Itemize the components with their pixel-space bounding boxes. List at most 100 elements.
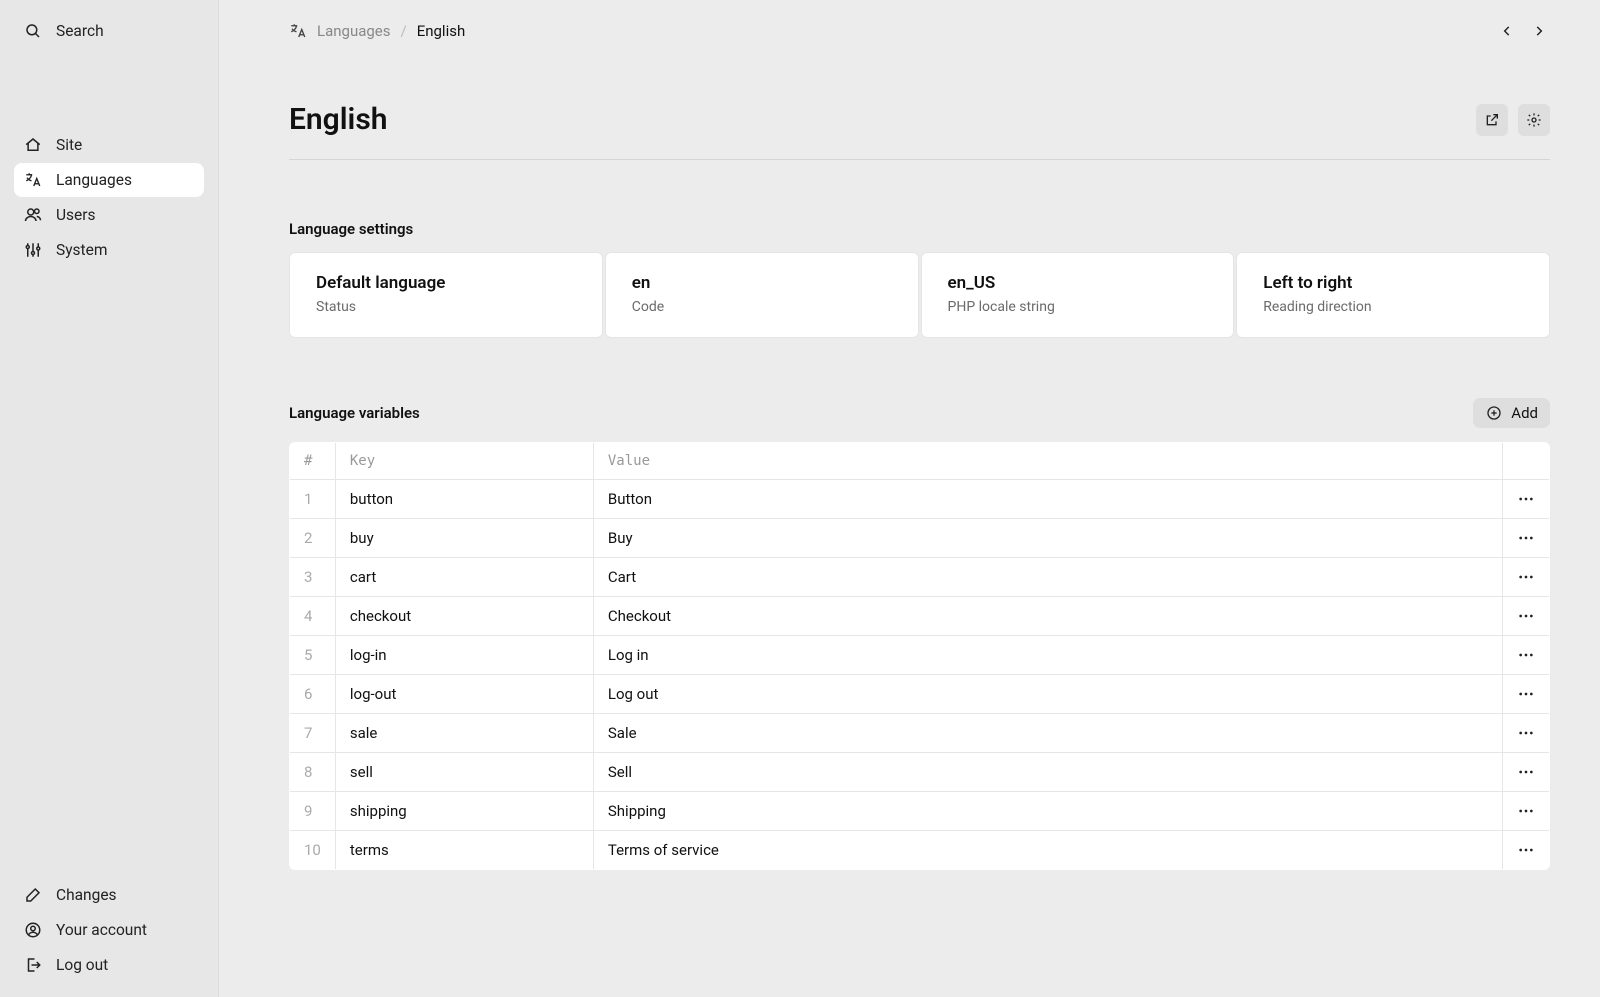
table-row[interactable]: 5log-inLog in xyxy=(290,636,1550,675)
row-actions-button[interactable] xyxy=(1517,763,1535,781)
row-actions-button[interactable] xyxy=(1517,724,1535,742)
prev-button[interactable] xyxy=(1496,20,1518,42)
row-actions-button[interactable] xyxy=(1517,646,1535,664)
sidebar: Search Site Languages Users xyxy=(0,0,219,997)
more-icon xyxy=(1517,724,1535,742)
open-button[interactable] xyxy=(1476,104,1508,136)
row-actions-button[interactable] xyxy=(1517,841,1535,859)
col-header-actions xyxy=(1503,443,1550,480)
row-value: Log in xyxy=(593,636,1502,675)
row-key: log-in xyxy=(335,636,593,675)
row-actions-cell xyxy=(1503,519,1550,558)
table-row[interactable]: 4checkoutCheckout xyxy=(290,597,1550,636)
gear-icon xyxy=(1525,111,1543,129)
breadcrumb-parent[interactable]: Languages xyxy=(317,22,391,40)
nav-item-label: Languages xyxy=(56,171,132,189)
row-actions-button[interactable] xyxy=(1517,607,1535,625)
row-actions-cell xyxy=(1503,597,1550,636)
row-key: cart xyxy=(335,558,593,597)
row-num: 8 xyxy=(290,753,336,792)
row-actions-cell xyxy=(1503,714,1550,753)
row-value: Log out xyxy=(593,675,1502,714)
account-icon xyxy=(24,921,42,939)
table-row[interactable]: 6log-outLog out xyxy=(290,675,1550,714)
row-num: 7 xyxy=(290,714,336,753)
sliders-icon xyxy=(24,241,42,259)
row-actions-button[interactable] xyxy=(1517,490,1535,508)
row-num: 4 xyxy=(290,597,336,636)
row-num: 3 xyxy=(290,558,336,597)
row-value: Shipping xyxy=(593,792,1502,831)
row-key: sale xyxy=(335,714,593,753)
settings-card-code[interactable]: en Code xyxy=(605,252,919,338)
table-row[interactable]: 9shippingShipping xyxy=(290,792,1550,831)
translate-icon xyxy=(289,22,307,40)
row-actions-cell xyxy=(1503,753,1550,792)
variables-heading: Language variables xyxy=(289,404,420,422)
nav-item-label: Log out xyxy=(56,956,108,974)
home-icon xyxy=(24,136,42,154)
settings-card-locale[interactable]: en_US PHP locale string xyxy=(921,252,1235,338)
edit-icon xyxy=(24,886,42,904)
more-icon xyxy=(1517,529,1535,547)
table-row[interactable]: 2buyBuy xyxy=(290,519,1550,558)
nav-item-system[interactable]: System xyxy=(14,233,204,267)
row-actions-cell xyxy=(1503,480,1550,519)
table-row[interactable]: 10termsTerms of service xyxy=(290,831,1550,870)
add-button[interactable]: Add xyxy=(1473,398,1550,428)
page-actions xyxy=(1476,104,1550,136)
row-value: Cart xyxy=(593,558,1502,597)
settings-card-label: Reading direction xyxy=(1263,299,1523,315)
settings-heading: Language settings xyxy=(289,220,1550,238)
nav-item-site[interactable]: Site xyxy=(14,128,204,162)
topbar-nav xyxy=(1496,20,1550,42)
breadcrumb-sep: / xyxy=(401,22,407,40)
row-value: Button xyxy=(593,480,1502,519)
nav-item-account[interactable]: Your account xyxy=(14,913,204,947)
table-row[interactable]: 8sellSell xyxy=(290,753,1550,792)
table-row[interactable]: 1buttonButton xyxy=(290,480,1550,519)
settings-card-value: Left to right xyxy=(1263,273,1523,293)
search-label: Search xyxy=(56,22,104,40)
row-actions-button[interactable] xyxy=(1517,529,1535,547)
more-icon xyxy=(1517,802,1535,820)
row-num: 2 xyxy=(290,519,336,558)
settings-card-status[interactable]: Default language Status xyxy=(289,252,603,338)
external-link-icon xyxy=(1483,111,1501,129)
variables-table: # Key Value 1buttonButton2buyBuy3cartCar… xyxy=(289,442,1550,870)
nav-item-changes[interactable]: Changes xyxy=(14,878,204,912)
row-value: Buy xyxy=(593,519,1502,558)
settings-card-value: en_US xyxy=(948,273,1208,293)
next-button[interactable] xyxy=(1528,20,1550,42)
row-num: 6 xyxy=(290,675,336,714)
nav-item-users[interactable]: Users xyxy=(14,198,204,232)
nav-item-label: Site xyxy=(56,136,82,154)
settings-card-label: Code xyxy=(632,299,892,315)
settings-card-direction[interactable]: Left to right Reading direction xyxy=(1236,252,1550,338)
row-actions-button[interactable] xyxy=(1517,802,1535,820)
settings-card-value: en xyxy=(632,273,892,293)
row-actions-button[interactable] xyxy=(1517,568,1535,586)
table-row[interactable]: 7saleSale xyxy=(290,714,1550,753)
row-num: 1 xyxy=(290,480,336,519)
table-row[interactable]: 3cartCart xyxy=(290,558,1550,597)
row-key: checkout xyxy=(335,597,593,636)
row-actions-button[interactable] xyxy=(1517,685,1535,703)
nav-item-logout[interactable]: Log out xyxy=(14,948,204,982)
page-title: English xyxy=(289,102,388,137)
settings-button[interactable] xyxy=(1518,104,1550,136)
nav-item-label: Users xyxy=(56,206,96,224)
topbar: Languages / English xyxy=(289,20,1550,42)
row-num: 9 xyxy=(290,792,336,831)
nav-main: Site Languages Users System xyxy=(14,128,204,268)
settings-card-label: PHP locale string xyxy=(948,299,1208,315)
main-content: Languages / English English xyxy=(219,0,1600,997)
nav-item-languages[interactable]: Languages xyxy=(14,163,204,197)
search-button[interactable]: Search xyxy=(14,14,204,48)
logout-icon xyxy=(24,956,42,974)
row-key: buy xyxy=(335,519,593,558)
settings-grid: Default language Status en Code en_US PH… xyxy=(289,252,1550,338)
variables-header: Language variables Add xyxy=(289,398,1550,428)
row-actions-cell xyxy=(1503,558,1550,597)
more-icon xyxy=(1517,490,1535,508)
